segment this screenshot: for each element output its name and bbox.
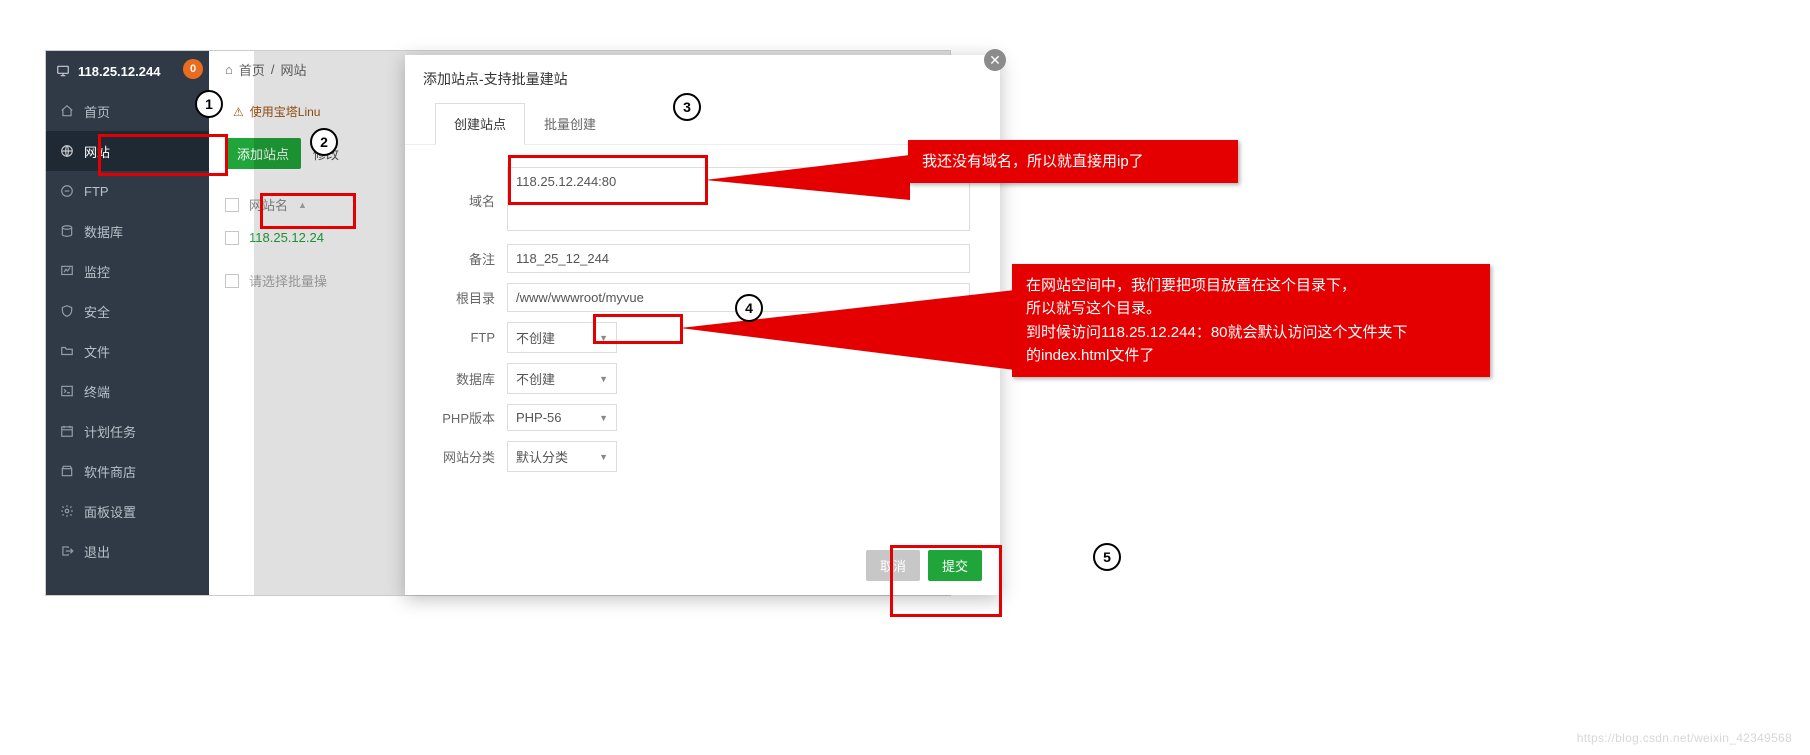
sidebar-item-label: 终端	[84, 382, 110, 401]
tab-create-site[interactable]: 创建站点	[435, 103, 525, 145]
sidebar-item-logout[interactable]: 退出	[46, 531, 209, 571]
label-root: 根目录	[435, 288, 507, 307]
folder-icon	[60, 344, 74, 358]
site-link[interactable]: 118.25.12.24	[249, 230, 324, 245]
monitor-icon	[56, 64, 70, 78]
label-php: PHP版本	[435, 408, 507, 427]
sidebar-item-label: 网站	[84, 142, 110, 161]
checkbox-all[interactable]	[225, 198, 239, 212]
callout-2-line4: 的index.html文件了	[1026, 344, 1476, 367]
sidebar-item-terminal[interactable]: 终端	[46, 371, 209, 411]
monitor-icon	[60, 264, 74, 278]
sidebar-item-database[interactable]: 数据库	[46, 211, 209, 251]
ftp-icon	[60, 184, 74, 198]
watermark: https://blog.csdn.net/weixin_42349568	[1577, 731, 1792, 745]
label-cat: 网站分类	[435, 447, 507, 466]
add-site-button[interactable]: 添加站点	[225, 138, 301, 169]
sidebar-item-home[interactable]: 首页	[46, 91, 209, 131]
database-icon	[60, 224, 74, 238]
label-db: 数据库	[435, 369, 507, 388]
sidebar-item-label: 退出	[84, 542, 110, 561]
exit-icon	[60, 544, 74, 558]
callout-2: 在网站空间中，我们要把项目放置在这个目录下， 所以就写这个目录。 到时候访问11…	[1012, 264, 1490, 377]
warning-text: 使用宝塔Linu	[250, 103, 321, 120]
col-sitename[interactable]: 网站名	[249, 195, 288, 214]
modal-title: 添加站点-支持批量建站	[405, 55, 1000, 103]
schedule-icon	[60, 424, 74, 438]
sidebar-item-label: 文件	[84, 342, 110, 361]
marker-4: 4	[735, 294, 763, 322]
marker-5: 5	[1093, 543, 1121, 571]
sidebar-item-label: 监控	[84, 262, 110, 281]
remark-input[interactable]	[507, 244, 970, 273]
batch-placeholder[interactable]: 请选择批量操	[249, 271, 327, 290]
cancel-button[interactable]: 取消	[866, 550, 920, 581]
callout-1-text: 我还没有域名，所以就直接用ip了	[922, 153, 1144, 170]
header-ip: 118.25.12.244	[78, 64, 160, 79]
db-select[interactable]: 不创建	[507, 363, 617, 394]
callout-2-line1: 在网站空间中，我们要把项目放置在这个目录下，	[1026, 274, 1476, 297]
sidebar-item-website[interactable]: 网站	[46, 131, 209, 171]
sidebar-item-store[interactable]: 软件商店	[46, 451, 209, 491]
sidebar-item-security[interactable]: 安全	[46, 291, 209, 331]
label-ftp: FTP	[435, 330, 507, 345]
label-domain: 域名	[435, 191, 507, 210]
modal-footer: 取消 提交	[866, 550, 982, 581]
sidebar-item-cron[interactable]: 计划任务	[46, 411, 209, 451]
php-select[interactable]: PHP-56	[507, 404, 617, 431]
submit-button[interactable]: 提交	[928, 550, 982, 581]
sidebar-item-label: 计划任务	[84, 422, 136, 441]
home-icon	[60, 104, 74, 118]
marker-3: 3	[673, 93, 701, 121]
sidebar-item-label: 安全	[84, 302, 110, 321]
sidebar-item-label: FTP	[84, 184, 109, 199]
checkbox-row[interactable]	[225, 231, 239, 245]
sidebar-item-files[interactable]: 文件	[46, 331, 209, 371]
terminal-icon	[60, 384, 74, 398]
marker-2: 2	[310, 128, 338, 156]
sidebar-item-monitor[interactable]: 监控	[46, 251, 209, 291]
sort-icon[interactable]: ▲	[298, 200, 307, 210]
gear-icon	[60, 504, 74, 518]
sidebar-header: 118.25.12.244 0	[46, 51, 209, 91]
sidebar-item-settings[interactable]: 面板设置	[46, 491, 209, 531]
breadcrumb-home[interactable]: 首页	[239, 60, 265, 79]
close-icon[interactable]: ✕	[984, 49, 1006, 71]
shield-icon	[60, 304, 74, 318]
tab-batch-create[interactable]: 批量创建	[525, 103, 615, 144]
sidebar-item-label: 首页	[84, 102, 110, 121]
callout-2-tail	[680, 290, 1020, 380]
checkbox-batch[interactable]	[225, 274, 239, 288]
warning-icon: ⚠	[233, 105, 244, 119]
callout-2-line3: 到时候访问118.25.12.244：80就会默认访问这个文件夹下	[1026, 321, 1476, 344]
breadcrumb-current: 网站	[281, 60, 307, 79]
callout-2-line2: 所以就写这个目录。	[1026, 297, 1476, 320]
callout-1: 我还没有域名，所以就直接用ip了	[908, 140, 1238, 183]
callout-1-tail	[705, 145, 915, 205]
ftp-select[interactable]: 不创建	[507, 322, 617, 353]
sidebar: 118.25.12.244 0 首页 网站 FTP 数据库 监控 安全	[46, 51, 209, 595]
category-select[interactable]: 默认分类	[507, 441, 617, 472]
breadcrumb-sep: /	[271, 62, 275, 77]
sidebar-item-label: 数据库	[84, 222, 123, 241]
store-icon	[60, 464, 74, 478]
marker-1: 1	[195, 90, 223, 118]
sidebar-item-label: 面板设置	[84, 502, 136, 521]
sidebar-item-label: 软件商店	[84, 462, 136, 481]
header-badge[interactable]: 0	[183, 59, 203, 79]
home-icon: ⌂	[225, 62, 233, 77]
label-remark: 备注	[435, 249, 507, 268]
sidebar-item-ftp[interactable]: FTP	[46, 171, 209, 211]
globe-icon	[60, 144, 74, 158]
modal-tabs: 创建站点 批量创建	[405, 103, 1000, 145]
